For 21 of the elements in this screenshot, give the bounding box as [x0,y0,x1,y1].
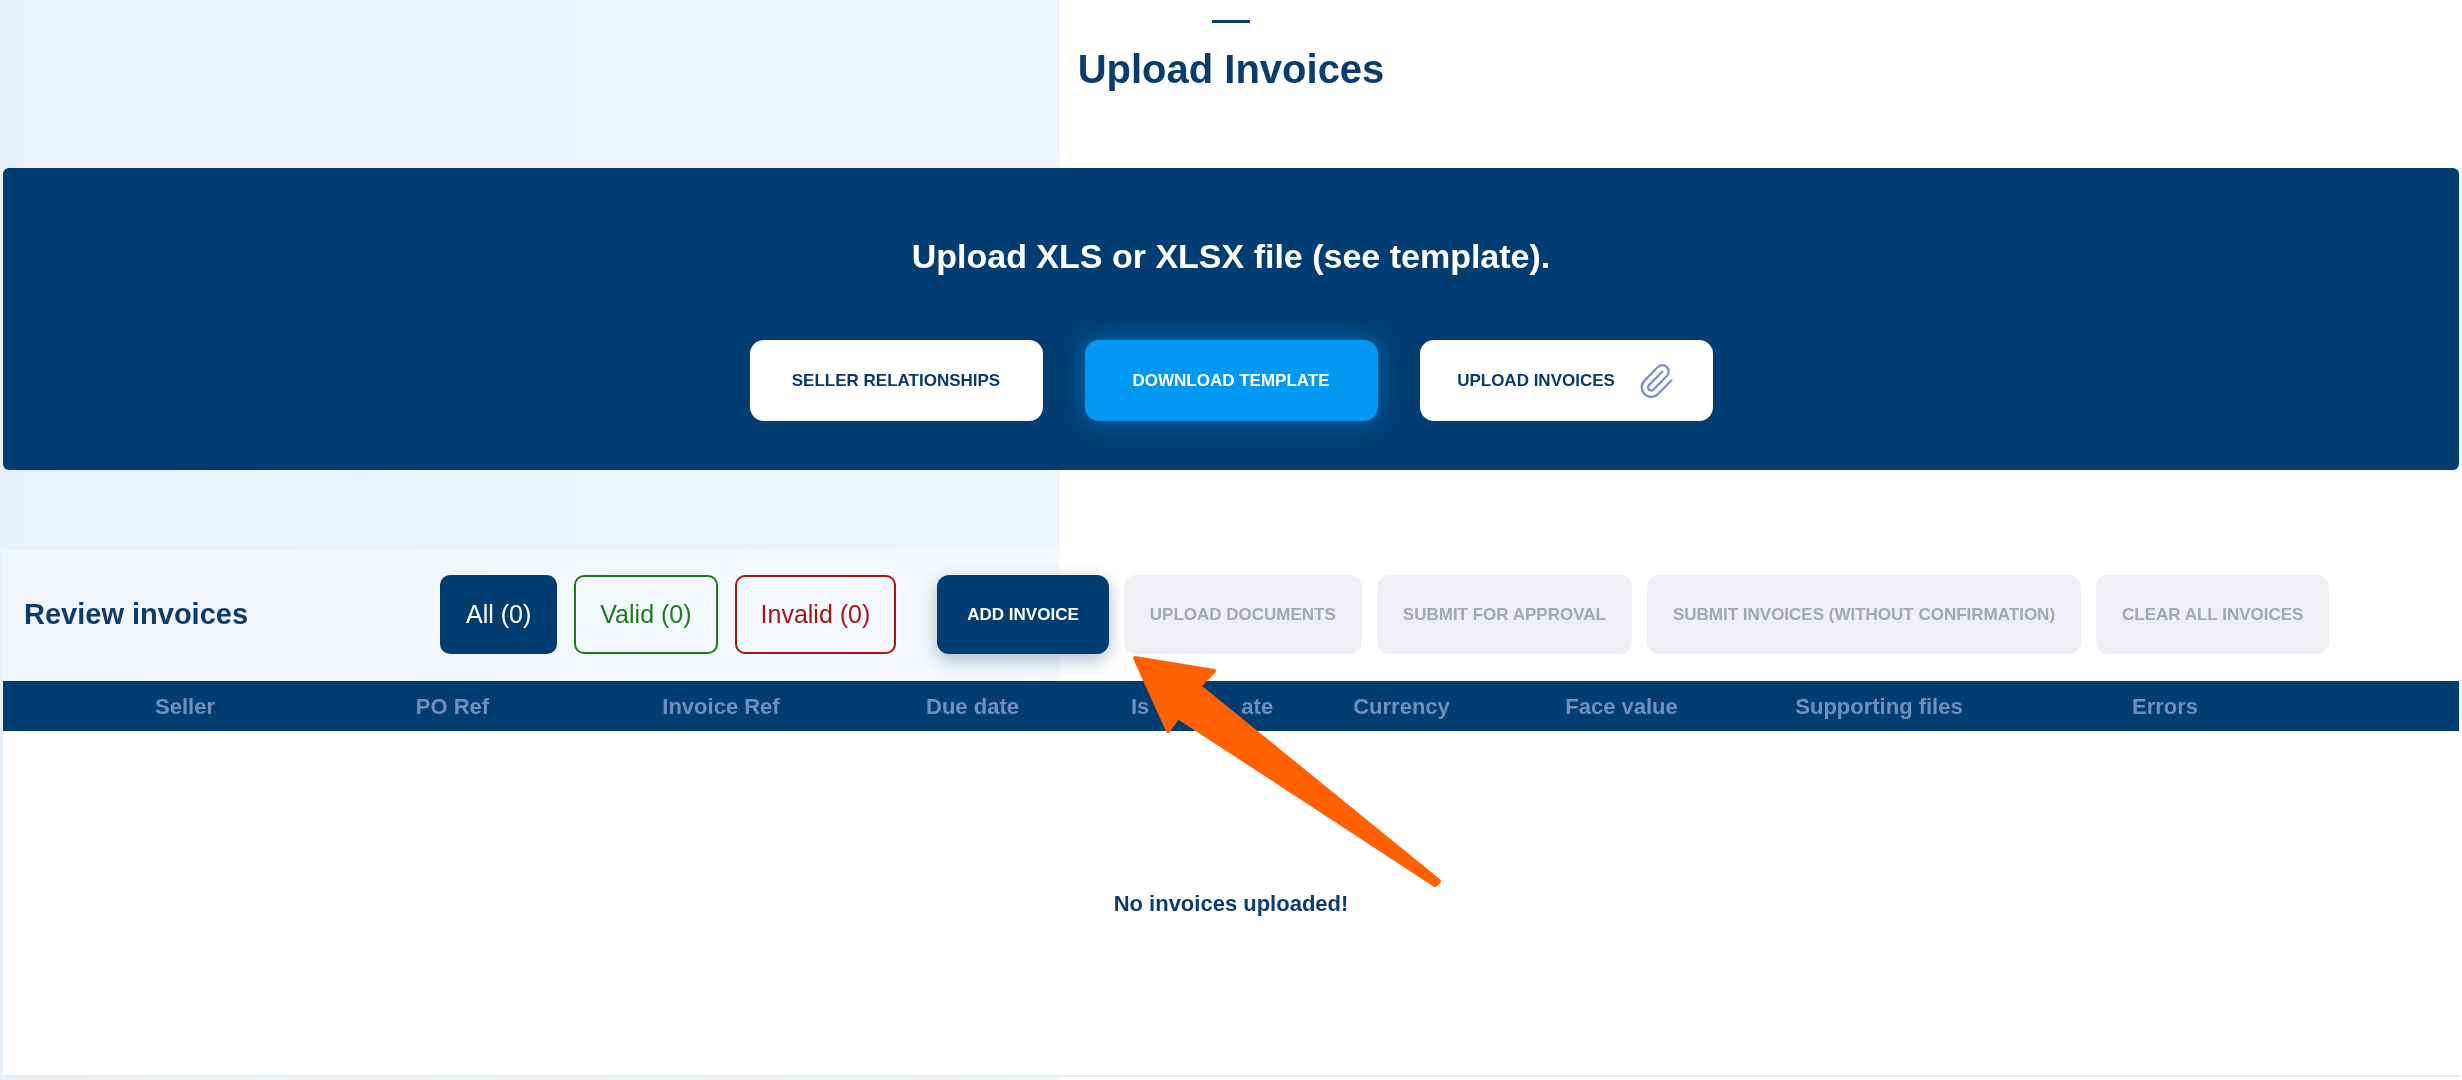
all-filter-tab[interactable]: All (0) [440,575,558,654]
valid-filter-tab[interactable]: Valid (0) [574,575,718,654]
invalid-filter-tab[interactable]: Invalid (0) [734,575,897,654]
upload-invoices-button[interactable]: UPLOAD INVOICES [1419,340,1713,421]
column-header: Invoice Ref [661,692,781,721]
column-header: PO Ref [414,692,491,721]
column-header: Errors [2130,692,2199,721]
column-header: Supporting files [1794,692,1964,721]
upload-heading: Upload XLS or XLSX file (see template). [911,236,1551,277]
empty-message: No invoices uploaded! [1113,889,1349,918]
column-header: Seller [154,692,216,721]
column-header: Currency [1352,692,1451,721]
column-header: Face value [1564,692,1679,721]
add-invoice-button[interactable]: ADD INVOICE [937,575,1109,654]
seller-relationships-button[interactable]: SELLER RELATIONSHIPS [749,340,1043,421]
column-header: Is [1131,692,1150,721]
column-header: Due date [925,692,1020,721]
download-template-button[interactable]: DOWNLOAD TEMPLATE [1084,340,1378,421]
page-title: Upload Invoices [1077,46,1385,93]
column-header: ate [1241,692,1274,721]
review-title: Review invoices [24,596,250,632]
